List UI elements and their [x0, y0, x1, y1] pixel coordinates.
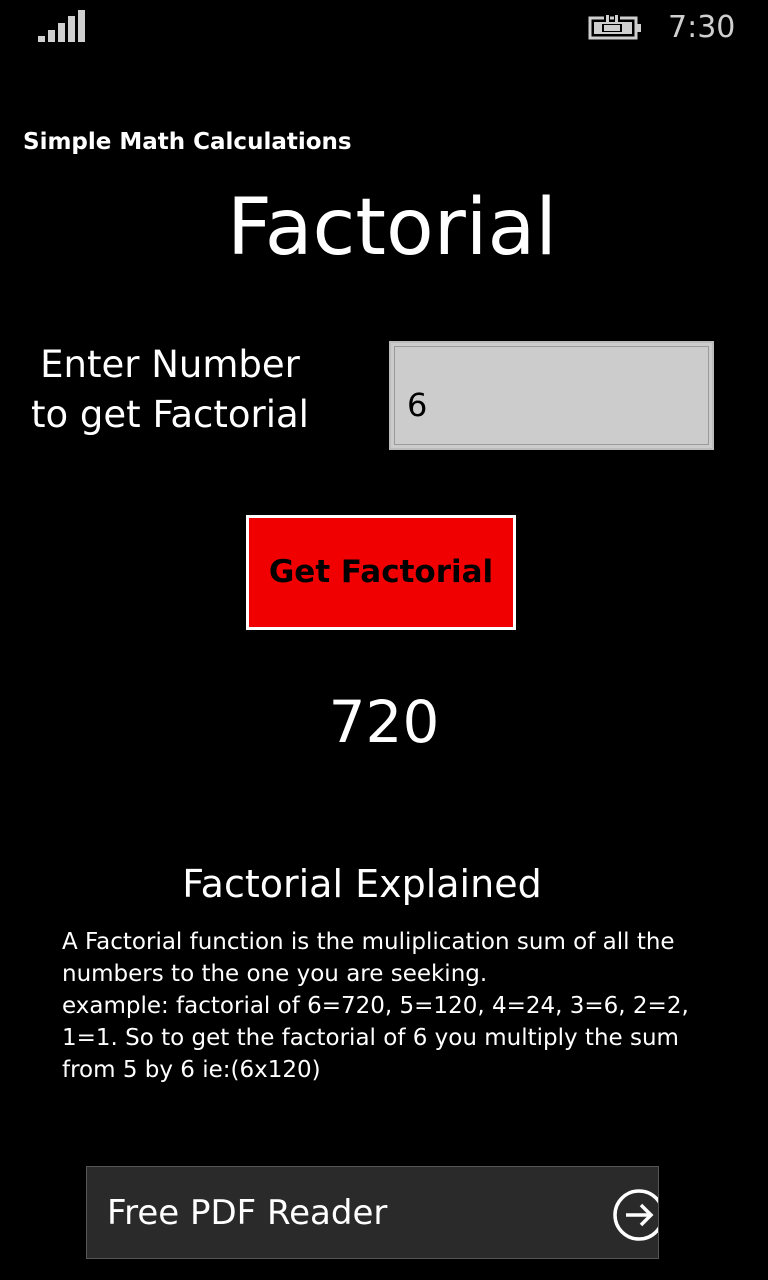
number-input[interactable] [389, 341, 714, 450]
signal-bars-icon [38, 10, 85, 42]
explanation-line: A Factorial function is the muliplicatio… [62, 929, 675, 955]
page-title: Factorial [227, 183, 557, 273]
explanation-line: example: factorial of 6=720, 5=120, 4=24… [62, 993, 689, 1019]
explanation-text: A Factorial function is the muliplicatio… [62, 926, 712, 1084]
ad-text: Free PDF Reader [107, 1193, 388, 1233]
explanation-line: 1=1. So to get the factorial of 6 you mu… [62, 1025, 679, 1051]
explanation-heading: Factorial Explained [182, 862, 542, 906]
explanation-line: from 5 by 6 ie:(6x120) [62, 1057, 321, 1083]
input-label-line-1: Enter Number [40, 343, 300, 386]
battery-charging-icon [588, 14, 641, 40]
status-bar: 7:30 [0, 0, 768, 56]
arrow-right-circle-icon [613, 1189, 658, 1241]
input-label-line-2: to get Factorial [31, 393, 309, 436]
app-title: Simple Math Calculations [23, 129, 352, 155]
get-factorial-button[interactable]: Get Factorial [246, 515, 516, 630]
ad-banner[interactable]: Free PDF Reader [86, 1166, 659, 1259]
clock: 7:30 [668, 10, 736, 45]
input-label: Enter Number to get Factorial [20, 340, 320, 440]
factorial-result: 720 [328, 688, 440, 756]
explanation-line: numbers to the one you are seeking. [62, 961, 488, 987]
